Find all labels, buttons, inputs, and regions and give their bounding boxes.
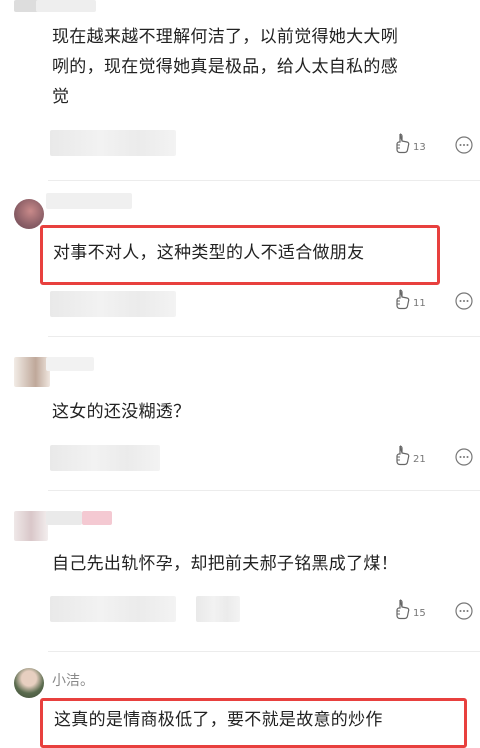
comment-line: 现在越来越不理解何洁了，以前觉得她大大咧 (52, 27, 398, 47)
username-blurred (46, 511, 82, 525)
comment-line: 自己先出轨怀孕，却把前夫郝子铭黑成了煤！ (52, 554, 398, 574)
username-blurred (14, 357, 50, 387)
username-blurred (46, 357, 94, 371)
like-button[interactable]: 21 (392, 444, 426, 468)
comment-meta-blurred (50, 596, 176, 622)
like-count: 21 (413, 454, 426, 465)
comment-text: 对事不对人，这种类型的人不适合做朋友 (53, 238, 463, 268)
username-blurred (46, 193, 132, 209)
comment-line: 对事不对人，这种类型的人不适合做朋友 (53, 243, 365, 263)
comment-text: 这真的是情商极低了，要不就是故意的炒作 (54, 705, 464, 735)
thumb-icon (392, 444, 412, 468)
comment-line: 这女的还没糊透？ (52, 402, 191, 422)
thumb-icon (392, 132, 412, 156)
reply-icon[interactable] (454, 601, 474, 621)
like-count: 13 (413, 142, 426, 153)
comment-1: 现在越来越不理解何洁了，以前觉得她大大咧 咧的，现在觉得她真是极品，给人太自私的… (0, 0, 480, 181)
username[interactable]: 小洁。 (52, 670, 94, 690)
comment-meta-blurred (50, 445, 160, 471)
like-button[interactable]: 11 (392, 288, 426, 312)
comment-line: 咧的，现在觉得她真是极品，给人太自私的感 (52, 57, 398, 77)
divider (48, 651, 480, 652)
reply-icon[interactable] (454, 291, 474, 311)
username-blurred (14, 511, 48, 541)
comment-5: 小洁。 这真的是情商极低了，要不就是故意的炒作 (0, 660, 480, 748)
comment-text: 自己先出轨怀孕，却把前夫郝子铭黑成了煤！ (52, 549, 462, 579)
like-count: 11 (413, 298, 426, 309)
comment-line: 觉 (52, 87, 70, 107)
thumb-icon (392, 598, 412, 622)
thumb-icon (392, 288, 412, 312)
reply-icon[interactable] (454, 447, 474, 467)
comment-2: 对事不对人，这种类型的人不适合做朋友 11 (0, 181, 480, 341)
comment-meta-blurred (196, 596, 240, 622)
comment-line: 这真的是情商极低了，要不就是故意的炒作 (54, 710, 383, 730)
comment-meta-blurred (50, 130, 176, 156)
like-button[interactable]: 15 (392, 598, 426, 622)
username-blurred (36, 0, 96, 12)
comment-meta-blurred (50, 291, 176, 317)
like-count: 15 (413, 608, 426, 619)
comment-3: 这女的还没糊透？ 21 (0, 337, 480, 497)
avatar[interactable] (14, 668, 44, 698)
username-blurred (82, 511, 112, 525)
comment-text: 现在越来越不理解何洁了，以前觉得她大大咧 咧的，现在觉得她真是极品，给人太自私的… (52, 22, 462, 112)
reply-icon[interactable] (454, 135, 474, 155)
avatar[interactable] (14, 199, 44, 229)
comment-text: 这女的还没糊透？ (52, 397, 462, 427)
comment-4: 自己先出轨怀孕，却把前夫郝子铭黑成了煤！ 15 (0, 491, 480, 652)
like-button[interactable]: 13 (392, 132, 426, 156)
